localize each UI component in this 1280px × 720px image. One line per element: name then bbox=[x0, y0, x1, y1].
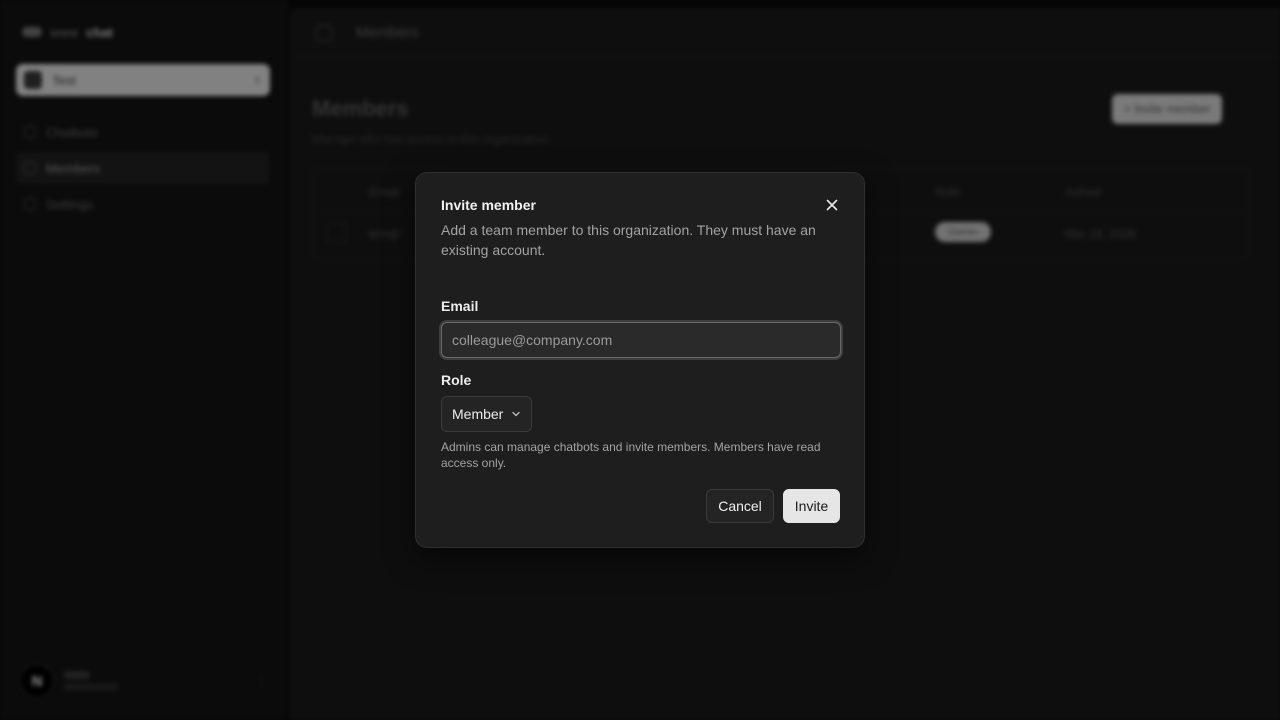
role-helper-text: Admins can manage chatbots and invite me… bbox=[441, 440, 821, 470]
cancel-button[interactable]: Cancel bbox=[706, 489, 774, 523]
role-select[interactable]: Member bbox=[441, 396, 533, 432]
chevron-down-icon bbox=[512, 411, 521, 417]
close-button[interactable] bbox=[822, 195, 842, 215]
role-label: Role bbox=[441, 372, 472, 388]
dialog-description: Add a team member to this organization. … bbox=[441, 222, 816, 258]
invite-button[interactable]: Invite bbox=[783, 489, 840, 523]
invite-member-dialog: Invite member Add a team member to this … bbox=[415, 172, 865, 548]
dialog-title: Invite member bbox=[441, 197, 536, 213]
email-label: Email bbox=[441, 298, 479, 314]
app-window: www chat Test ⇕ Chatbots Members Setting… bbox=[0, 0, 1280, 720]
email-field[interactable] bbox=[441, 322, 841, 358]
close-icon bbox=[826, 199, 838, 211]
role-select-value: Member bbox=[452, 406, 504, 422]
